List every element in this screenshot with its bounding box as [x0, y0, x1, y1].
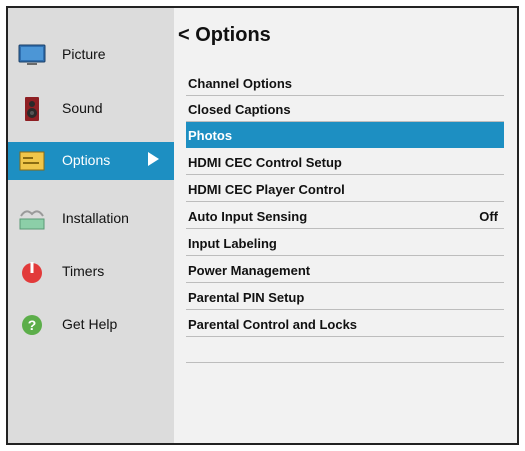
options-panel: < Options Channel Options Closed Caption… [174, 8, 517, 443]
menu-item-label: Parental Control and Locks [188, 317, 358, 332]
tv-menu-frame: Picture Sound Options Installation Timer… [6, 6, 519, 445]
svg-text:?: ? [28, 317, 37, 333]
sidebar-item-label: Options [62, 152, 111, 168]
sidebar-item-label: Sound [62, 100, 103, 116]
timer-icon [18, 259, 46, 285]
menu-item-hdmi-cec-control-setup[interactable]: HDMI CEC Control Setup [186, 149, 504, 175]
menu-item-label: Power Management [188, 263, 311, 278]
menu-item-label: Photos [188, 128, 233, 143]
sidebar-item-sound[interactable]: Sound [8, 90, 174, 128]
menu-item-value: Off [479, 209, 498, 224]
menu-item-empty [186, 337, 504, 363]
sidebar: Picture Sound Options Installation Timer… [8, 8, 174, 443]
menu-item-auto-input-sensing[interactable]: Auto Input Sensing Off [186, 203, 504, 229]
sidebar-item-label: Timers [62, 263, 105, 279]
sidebar-item-get-help[interactable]: ? Get Help [8, 306, 174, 344]
menu-item-label: Closed Captions [188, 102, 291, 117]
menu-item-label: Auto Input Sensing [188, 209, 308, 224]
menu-item-label: Input Labeling [188, 236, 277, 251]
menu-item-label: Channel Options [188, 76, 292, 91]
menu-item-closed-captions[interactable]: Closed Captions [186, 96, 504, 122]
menu-item-label: Parental PIN Setup [188, 290, 305, 305]
page-title[interactable]: < Options [178, 24, 271, 47]
sidebar-item-timers[interactable]: Timers [8, 253, 174, 291]
sidebar-item-options[interactable]: Options [8, 142, 174, 180]
sidebar-item-label: Picture [62, 46, 106, 62]
installation-icon [18, 206, 46, 232]
options-icon [18, 148, 46, 174]
menu-item-channel-options[interactable]: Channel Options [186, 70, 504, 96]
menu-item-parental-control-and-locks[interactable]: Parental Control and Locks [186, 311, 504, 337]
speaker-icon [18, 96, 46, 122]
menu-item-power-management[interactable]: Power Management [186, 257, 504, 283]
sidebar-item-picture[interactable]: Picture [8, 36, 174, 74]
sidebar-item-installation[interactable]: Installation [8, 200, 174, 238]
menu-item-label: HDMI CEC Control Setup [188, 155, 342, 170]
menu-item-photos[interactable]: Photos [186, 122, 504, 148]
menu-item-parental-pin-setup[interactable]: Parental PIN Setup [186, 284, 504, 310]
menu-item-hdmi-cec-player-control[interactable]: HDMI CEC Player Control [186, 176, 504, 202]
menu-item-label: HDMI CEC Player Control [188, 182, 345, 197]
monitor-icon [18, 42, 46, 68]
menu-item-input-labeling[interactable]: Input Labeling [186, 230, 504, 256]
sidebar-item-label: Installation [62, 210, 129, 226]
help-icon: ? [18, 312, 46, 338]
sidebar-item-label: Get Help [62, 316, 118, 332]
arrow-right-icon [148, 152, 159, 166]
